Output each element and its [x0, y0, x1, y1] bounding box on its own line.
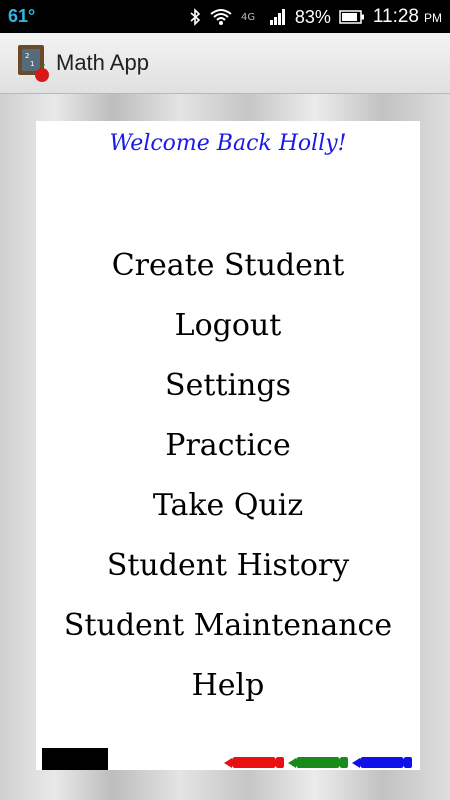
network-4g-icon: 4G: [241, 12, 255, 23]
svg-text:1: 1: [30, 60, 34, 68]
main-menu: Create Student Logout Settings Practice …: [36, 244, 420, 724]
menu-help[interactable]: Help: [36, 664, 420, 724]
menu-logout[interactable]: Logout: [36, 304, 420, 364]
temperature: 61°: [8, 6, 36, 26]
battery-icon: [339, 10, 364, 24]
app-title: Math App: [56, 50, 149, 75]
menu-practice[interactable]: Practice: [36, 424, 420, 484]
menu-take-quiz[interactable]: Take Quiz: [36, 484, 420, 544]
main-card: Welcome Back Holly! Create Student Logou…: [36, 121, 420, 770]
app-icon[interactable]: 2 1: [12, 42, 52, 84]
menu-settings[interactable]: Settings: [36, 364, 420, 424]
svg-text:2: 2: [25, 52, 29, 60]
menu-student-history[interactable]: Student History: [36, 544, 420, 604]
battery-percent: 83%: [294, 6, 331, 27]
welcome-message: Welcome Back Holly!: [109, 131, 347, 156]
svg-text:4G: 4G: [241, 12, 255, 23]
status-icons: 4G 83% 11:28 PM: [189, 6, 442, 28]
clock: 11:28 PM: [372, 6, 442, 27]
menu-create-student[interactable]: Create Student: [36, 244, 420, 304]
green-marker-icon: [288, 757, 348, 768]
wifi-icon: [210, 9, 232, 25]
action-bar: 2 1 Math App: [0, 33, 450, 94]
bluetooth-icon: [190, 8, 200, 26]
status-bar: 61° 4G 83% 11:28 PM: [0, 0, 450, 33]
red-marker-icon: [224, 757, 284, 768]
blue-marker-icon: [352, 757, 412, 768]
marker-decoration: [224, 757, 412, 768]
black-bar: [42, 748, 108, 770]
menu-student-maintenance[interactable]: Student Maintenance: [36, 604, 420, 664]
signal-icon: [269, 9, 285, 25]
